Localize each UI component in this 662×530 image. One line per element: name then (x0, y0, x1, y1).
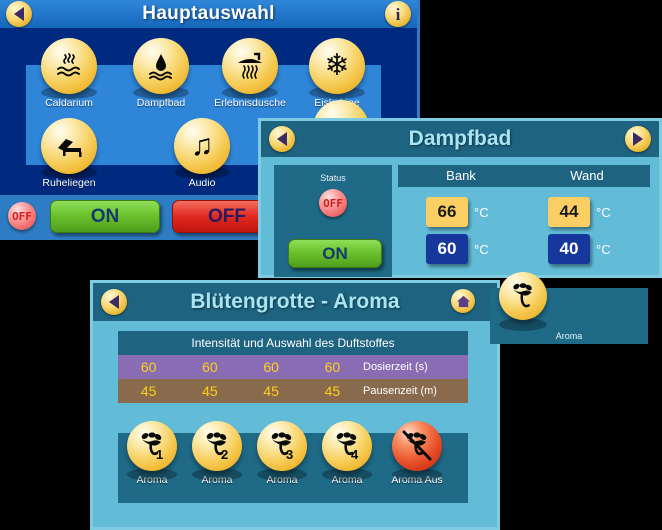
shower-glyph (238, 52, 262, 79)
aroma-button-4[interactable]: 4 Aroma (313, 421, 381, 486)
panel-aroma-label: Aroma (555, 331, 583, 341)
back-arrow-glyph (109, 295, 119, 309)
page-title: Dampfbad (408, 127, 512, 150)
aroma-button-3[interactable]: 3 Aroma (248, 421, 316, 486)
menu-item-dampfbad[interactable]: Dampfbad (120, 38, 202, 109)
panel-aroma-active: Aroma (490, 272, 648, 344)
aroma-flower-3-icon[interactable]: 3 (257, 421, 307, 471)
window-bluetengrotte-aroma: Blütengrotte - Aroma Intensität und Ausw… (90, 280, 500, 530)
heatwaves-glyph (57, 53, 80, 77)
pausenzeit-value-2[interactable]: 45 (179, 383, 240, 399)
aroma-number: 4 (351, 447, 359, 462)
table-row-dosierzeit: 60 60 60 60 Dosierzeit (s) (118, 355, 468, 379)
audio-note-icon[interactable]: ♫ (174, 118, 230, 174)
menu-item-caldarium[interactable]: Caldarium (28, 38, 110, 109)
wand-actual-unit: °C (596, 242, 611, 257)
info-glyph: i (395, 4, 401, 24)
flower-glyph: 2 (206, 432, 228, 462)
row-label-dosierzeit: Dosierzeit (s) (363, 361, 428, 373)
column-header-bank: Bank (446, 168, 476, 183)
on-button[interactable]: ON (288, 239, 382, 268)
pausenzeit-value-4[interactable]: 45 (302, 383, 363, 399)
aroma-active-button[interactable] (488, 272, 558, 331)
menu-item-eiskabine[interactable]: ❄ Eiskabine (296, 38, 378, 109)
back-arrow-icon[interactable] (269, 126, 295, 152)
page-title: Hauptauswahl (142, 3, 275, 24)
on-button[interactable]: ON (50, 200, 160, 233)
pausenzeit-value-3[interactable]: 45 (241, 383, 302, 399)
dampfbad-column-headers: Bank Wand (398, 165, 650, 187)
back-arrow-icon[interactable] (101, 289, 127, 315)
home-icon[interactable] (451, 289, 475, 313)
dosierzeit-value-4[interactable]: 60 (302, 359, 363, 375)
page-title: Blütengrotte - Aroma (190, 290, 400, 313)
aroma-flower-icon[interactable] (499, 272, 547, 320)
bank-setpoint-unit: °C (474, 205, 489, 220)
droplet-glyph (149, 54, 172, 81)
aroma-off-button[interactable]: Aroma Aus (378, 421, 456, 486)
flower-crossed-glyph (402, 430, 432, 461)
aroma-number: 3 (286, 447, 293, 462)
flower-glyph: 4 (336, 432, 359, 462)
caldarium-heatwaves-icon[interactable] (41, 38, 97, 94)
dampfbad-status-box: Status OFF ON (274, 165, 392, 277)
window-dampfbad: Dampfbad Status OFF ON Bank Wand 66 °C 6… (258, 118, 662, 278)
status-led: OFF (8, 202, 36, 230)
dosierzeit-value-2[interactable]: 60 (179, 359, 240, 375)
erlebnisdusche-shower-icon[interactable] (222, 38, 278, 94)
back-arrow-icon[interactable] (6, 1, 32, 27)
dampfbad-droplet-icon[interactable] (133, 38, 189, 94)
music-note-glyph: ♫ (190, 129, 214, 162)
pausenzeit-value-1[interactable]: 45 (118, 383, 179, 399)
aroma-flower-2-icon[interactable]: 2 (192, 421, 242, 471)
hauptauswahl-titlebar: Hauptauswahl i (0, 0, 417, 28)
bank-actual-value[interactable]: 60 (426, 234, 468, 264)
forward-arrow-glyph (633, 132, 643, 146)
home-glyph (456, 295, 470, 307)
aroma-number: 1 (156, 447, 163, 462)
ruheliegen-bed-icon[interactable] (41, 118, 97, 174)
flower-glyph: 3 (271, 432, 293, 462)
status-label: Status (320, 173, 346, 183)
bed-glyph (58, 139, 82, 157)
bank-setpoint-value[interactable]: 66 (426, 197, 468, 227)
status-led: OFF (319, 189, 347, 217)
back-arrow-glyph (14, 7, 24, 21)
dosierzeit-value-3[interactable]: 60 (241, 359, 302, 375)
menu-item-ruheliegen[interactable]: Ruheliegen (28, 118, 110, 189)
menu-item-audio[interactable]: ♫ Audio (161, 118, 243, 189)
dampfbad-titlebar: Dampfbad (261, 121, 659, 157)
back-arrow-glyph (277, 132, 287, 146)
info-icon[interactable]: i (385, 1, 411, 27)
table-row-pausenzeit: 45 45 45 45 Pausenzeit (m) (118, 379, 468, 403)
forward-arrow-icon[interactable] (625, 126, 651, 152)
aroma-number: 2 (221, 447, 228, 462)
aroma-flower-1-icon[interactable]: 1 (127, 421, 177, 471)
wand-setpoint-unit: °C (596, 205, 611, 220)
eiskabine-snowflake-icon[interactable]: ❄ (309, 38, 365, 94)
aroma-flower-4-icon[interactable]: 4 (322, 421, 372, 471)
flower-glyph: 1 (141, 432, 163, 462)
wand-setpoint-value[interactable]: 44 (548, 197, 590, 227)
flower-glyph (513, 283, 532, 308)
row-label-pausenzeit: Pausenzeit (m) (363, 385, 437, 397)
aroma-button-2[interactable]: 2 Aroma (183, 421, 251, 486)
column-header-wand: Wand (570, 168, 604, 183)
table-header: Intensität und Auswahl des Duftstoffes (118, 331, 468, 355)
aroma-button-1[interactable]: 1 Aroma (118, 421, 186, 486)
bank-actual-unit: °C (474, 242, 489, 257)
bluetengrotte-titlebar: Blütengrotte - Aroma (93, 283, 497, 321)
menu-item-erlebnisdusche[interactable]: Erlebnisdusche (209, 38, 291, 109)
aroma-table: Intensität und Auswahl des Duftstoffes 6… (118, 331, 468, 403)
aroma-off-icon[interactable] (392, 421, 442, 471)
wand-actual-value[interactable]: 40 (548, 234, 590, 264)
dosierzeit-value-1[interactable]: 60 (118, 359, 179, 375)
snowflake-glyph: ❄ (324, 49, 350, 82)
